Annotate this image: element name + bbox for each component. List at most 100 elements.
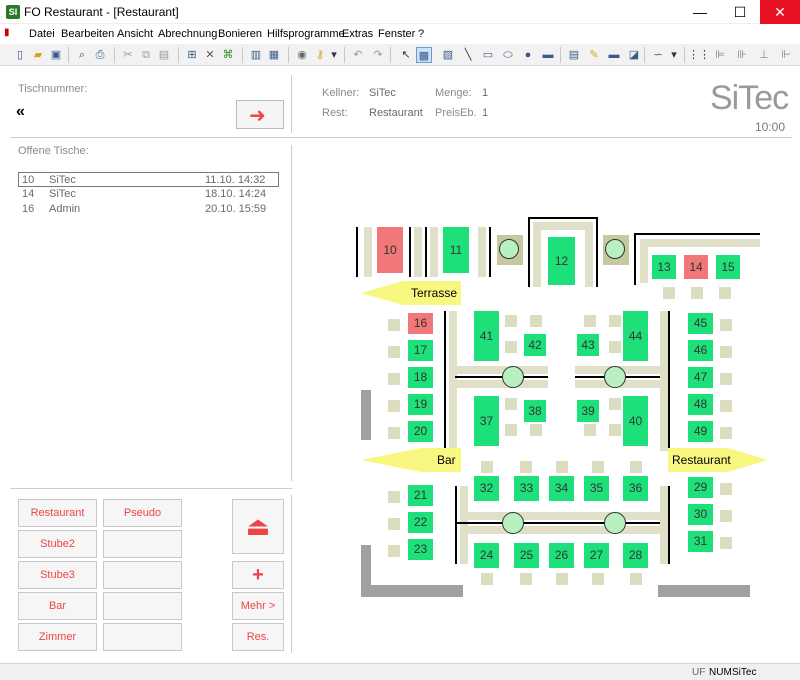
grid-icon[interactable]: ⋮⋮ — [688, 47, 710, 63]
room-button-bar[interactable]: Bar — [18, 592, 97, 620]
table-30[interactable]: 30 — [688, 504, 713, 525]
menu-extras[interactable]: Extras — [342, 28, 373, 40]
color-icon[interactable]: ◪ — [626, 47, 642, 63]
close-button[interactable]: ✕ — [760, 0, 800, 24]
circle-tool-icon[interactable]: ● — [520, 47, 536, 63]
pointer-icon[interactable]: ↖ — [398, 47, 414, 63]
line-tool-icon[interactable]: ╲ — [460, 47, 476, 63]
table-18[interactable]: 18 — [408, 367, 433, 388]
chevron-down-icon[interactable]: ▾ — [326, 47, 342, 63]
table-33[interactable]: 33 — [514, 476, 539, 501]
table-28[interactable]: 28 — [623, 543, 648, 568]
shield-icon[interactable]: ◉ — [294, 47, 310, 63]
align-center-icon[interactable]: ⊪ — [734, 47, 750, 63]
preview-icon[interactable]: ⌕ — [74, 47, 90, 63]
table-tool-icon[interactable]: ▩ — [416, 47, 432, 63]
table-44[interactable]: 44 — [623, 311, 648, 361]
table-38[interactable]: 38 — [524, 400, 546, 422]
curve-icon[interactable]: ∽ — [650, 47, 666, 63]
table-11[interactable]: 11 — [443, 227, 469, 273]
table-16[interactable]: 16 — [408, 313, 433, 334]
table-17[interactable]: 17 — [408, 340, 433, 361]
open-table-row[interactable]: 16 Admin 20.10. 15:59 — [18, 202, 279, 217]
table-13[interactable]: 13 — [652, 255, 676, 279]
align-left-icon[interactable]: ⊫ — [712, 47, 728, 63]
fill-icon[interactable]: ▬ — [606, 47, 622, 63]
open-table-row[interactable]: 14 SiTec 18.10. 14:24 — [18, 187, 279, 202]
room-button-empty[interactable] — [103, 592, 182, 620]
insert-icon[interactable]: ⊞ — [184, 47, 200, 63]
menu-hilfsprogramme[interactable]: Hilfsprogramme — [267, 28, 345, 40]
open-icon[interactable]: ▰ — [30, 47, 46, 63]
table-42[interactable]: 42 — [524, 334, 546, 356]
open-table-row[interactable]: 10 SiTec 11.10. 14:32 — [18, 172, 279, 187]
back-icon[interactable]: « — [16, 103, 25, 121]
cut-icon[interactable]: ✂ — [120, 47, 136, 63]
table-22[interactable]: 22 — [408, 512, 433, 533]
table-40[interactable]: 40 — [623, 396, 648, 446]
eject-button[interactable]: ⏏ — [232, 499, 284, 554]
go-button[interactable]: ➜ — [236, 100, 284, 129]
align-bottom-icon[interactable]: ⊥ — [756, 47, 772, 63]
table-49[interactable]: 49 — [688, 421, 713, 442]
room-button-zimmer[interactable]: Zimmer — [18, 623, 97, 651]
menu-bearbeiten[interactable]: Bearbeiten — [61, 28, 114, 40]
table-15[interactable]: 15 — [716, 255, 740, 279]
more-button[interactable]: Mehr > — [232, 592, 284, 620]
table-32[interactable]: 32 — [474, 476, 499, 501]
table-24[interactable]: 24 — [474, 543, 499, 568]
mdi-icon[interactable]: ▮ — [4, 27, 12, 41]
table-21[interactable]: 21 — [408, 485, 433, 506]
redo-icon[interactable]: ↷ — [370, 47, 386, 63]
menu-ansicht[interactable]: Ansicht — [117, 28, 153, 40]
picture-tool-icon[interactable]: ▨ — [440, 47, 456, 63]
table-41[interactable]: 41 — [474, 311, 499, 361]
print-icon[interactable]: ⎙ — [92, 47, 108, 63]
table-36[interactable]: 36 — [623, 476, 648, 501]
maximize-button[interactable]: ☐ — [720, 0, 760, 24]
table-37[interactable]: 37 — [474, 396, 499, 446]
minimize-button[interactable]: — — [680, 0, 720, 24]
rect-tool-icon[interactable]: ▭ — [480, 47, 496, 63]
table-34[interactable]: 34 — [549, 476, 574, 501]
save-icon[interactable]: ▣ — [48, 47, 64, 63]
table-26[interactable]: 26 — [549, 543, 574, 568]
table-14[interactable]: 14 — [684, 255, 708, 279]
room-button-empty[interactable] — [103, 530, 182, 558]
delete-icon[interactable]: ✕ — [202, 47, 218, 63]
menu-abrechnung[interactable]: Abrechnung — [158, 28, 217, 40]
room-button-pseudo[interactable]: Pseudo — [103, 499, 182, 527]
calendar-icon[interactable]: ▤ — [566, 47, 582, 63]
table-35[interactable]: 35 — [584, 476, 609, 501]
table-23[interactable]: 23 — [408, 539, 433, 560]
table-47[interactable]: 47 — [688, 367, 713, 388]
table-12[interactable]: 12 — [548, 237, 575, 285]
align-right-icon[interactable]: ⊩ — [778, 47, 794, 63]
reservation-button[interactable]: Res. — [232, 623, 284, 651]
paste-icon[interactable]: ▤ — [156, 47, 172, 63]
room-button-restaurant[interactable]: Restaurant — [18, 499, 97, 527]
table-48[interactable]: 48 — [688, 394, 713, 415]
table-45[interactable]: 45 — [688, 313, 713, 334]
table-20[interactable]: 20 — [408, 421, 433, 442]
new-icon[interactable]: ▯ — [12, 47, 28, 63]
room-button-empty[interactable] — [103, 561, 182, 589]
paint-icon[interactable]: ✎ — [586, 47, 602, 63]
image-icon[interactable]: ▦ — [266, 47, 282, 63]
menu-bonieren[interactable]: Bonieren — [218, 28, 262, 40]
ellipse-tool-icon[interactable]: ⬭ — [500, 47, 516, 63]
table-19[interactable]: 19 — [408, 394, 433, 415]
menu-help[interactable]: ? — [418, 28, 424, 40]
table-27[interactable]: 27 — [584, 543, 609, 568]
room-button-stube3[interactable]: Stube3 — [18, 561, 97, 589]
connect-icon[interactable]: ⌘ — [220, 47, 236, 63]
undo-icon[interactable]: ↶ — [350, 47, 366, 63]
table-29[interactable]: 29 — [688, 477, 713, 498]
list-icon[interactable]: ▥ — [248, 47, 264, 63]
table-31[interactable]: 31 — [688, 531, 713, 552]
add-button[interactable]: + — [232, 561, 284, 589]
table-46[interactable]: 46 — [688, 340, 713, 361]
text-tool-icon[interactable]: ▬ — [540, 47, 556, 63]
room-button-empty[interactable] — [103, 623, 182, 651]
menu-datei[interactable]: Datei — [29, 28, 55, 40]
